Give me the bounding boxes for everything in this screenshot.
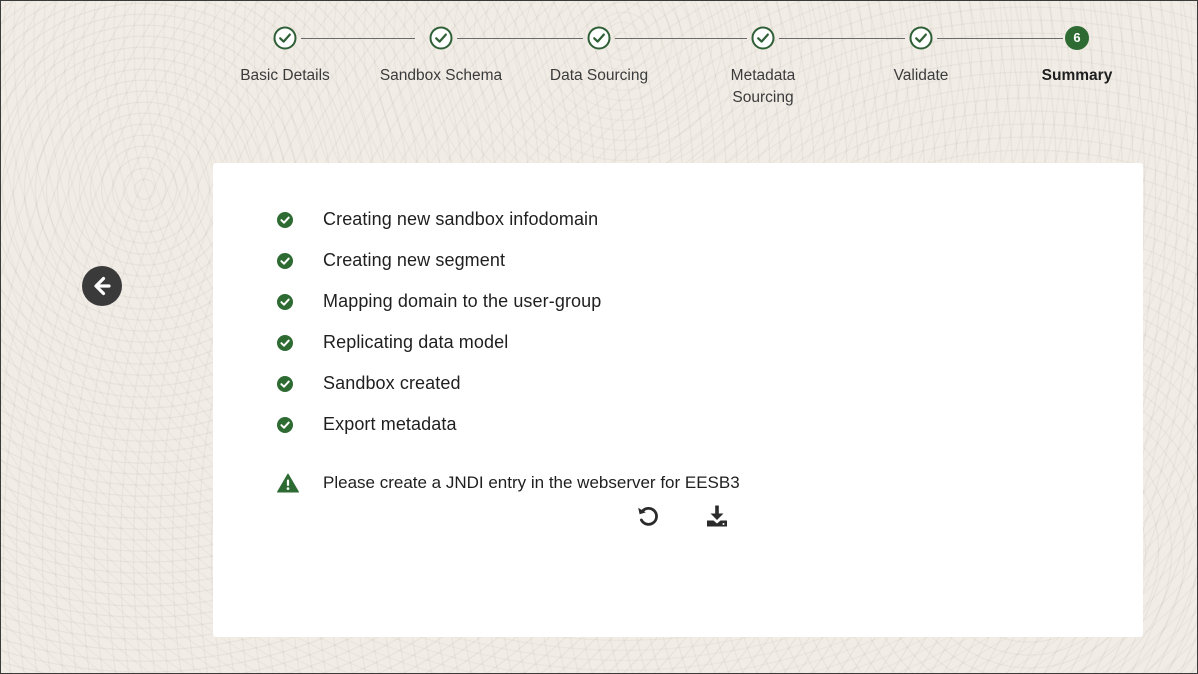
warning-message: Please create a JNDI entry in the webser…: [277, 471, 740, 495]
arrow-left-icon: [94, 276, 111, 296]
wizard-stepper: Basic Details Sandbox Schema Data Sourci…: [1, 1, 1197, 161]
status-text: Creating new segment: [323, 250, 506, 270]
step-label: Basic Details: [240, 67, 330, 84]
status-item: Replicating data model: [277, 322, 601, 363]
step-check-icon: [428, 25, 454, 51]
status-text: Replicating data model: [323, 332, 509, 352]
check-circle-icon: [277, 375, 293, 392]
check-circle-icon: [277, 416, 293, 433]
status-text: Sandbox created: [323, 373, 461, 393]
status-item: Mapping domain to the user-group: [277, 281, 601, 322]
step-check-icon: [908, 25, 934, 51]
status-item: Creating new segment: [277, 240, 601, 281]
status-item: Creating new sandbox infodomain: [277, 199, 601, 240]
page-background: Basic Details Sandbox Schema Data Sourci…: [0, 0, 1198, 674]
step-data-sourcing[interactable]: Data Sourcing: [534, 25, 664, 87]
check-circle-icon: [277, 293, 293, 310]
step-label: Summary: [1041, 67, 1113, 84]
download-button[interactable]: [704, 503, 730, 529]
step-check-icon: [272, 25, 298, 51]
step-check-icon: [750, 25, 776, 51]
status-item: Export metadata: [277, 404, 601, 445]
status-item: Sandbox created: [277, 363, 601, 404]
summary-card: Creating new sandbox infodomain Creating…: [213, 163, 1143, 637]
refresh-button[interactable]: [635, 503, 661, 529]
step-basic-details[interactable]: Basic Details: [220, 25, 350, 87]
download-icon: [707, 505, 727, 527]
check-circle-icon: [277, 334, 293, 351]
warning-text: Please create a JNDI entry in the webser…: [323, 473, 740, 492]
check-circle-icon: [277, 252, 293, 269]
warning-triangle-icon: [277, 473, 299, 493]
status-list: Creating new sandbox infodomain Creating…: [277, 199, 601, 445]
step-sandbox-schema[interactable]: Sandbox Schema: [376, 25, 506, 87]
back-button[interactable]: [82, 266, 122, 306]
step-label: Metadata Sourcing: [730, 67, 796, 106]
step-metadata-sourcing[interactable]: Metadata Sourcing: [698, 25, 828, 109]
step-validate[interactable]: Validate: [856, 25, 986, 87]
step-summary[interactable]: 6 Summary: [1012, 25, 1142, 87]
status-text: Export metadata: [323, 414, 457, 434]
step-label: Validate: [893, 67, 949, 84]
step-label: Data Sourcing: [549, 67, 649, 84]
step-number: 6: [1073, 30, 1081, 45]
step-check-icon: [586, 25, 612, 51]
status-text: Creating new sandbox infodomain: [323, 209, 599, 229]
status-text: Mapping domain to the user-group: [323, 291, 602, 311]
step-number-badge: 6: [1064, 25, 1090, 51]
check-circle-icon: [277, 211, 293, 228]
refresh-icon: [638, 506, 658, 526]
step-label: Sandbox Schema: [379, 67, 503, 84]
